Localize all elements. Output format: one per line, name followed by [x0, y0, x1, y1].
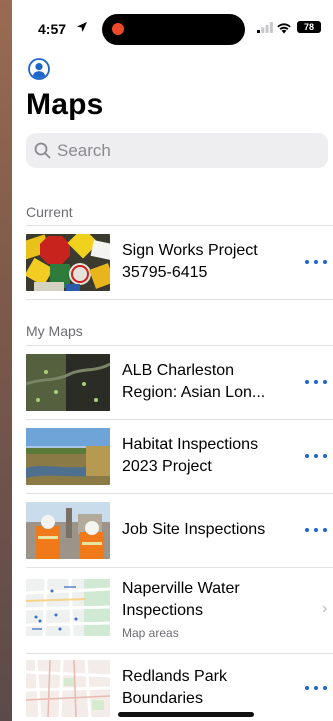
list-item-redlands-park[interactable]: Redlands Park Boundaries: [26, 653, 333, 721]
thumbnail-redlands-park: [26, 660, 110, 717]
more-icon[interactable]: [305, 686, 329, 692]
item-title-line2: 35795-6415: [122, 264, 208, 281]
profile-icon[interactable]: [28, 58, 50, 80]
list-item-sign-works[interactable]: Sign Works Project 35795-6415: [26, 225, 333, 299]
more-icon[interactable]: [305, 454, 329, 460]
status-time: 4:57: [38, 21, 67, 37]
item-title-line1: Redlands Park: [122, 668, 227, 685]
recording-indicator: [112, 23, 124, 35]
thumbnail-habitat-inspections: [26, 428, 110, 485]
item-title-line2: Boundaries: [122, 690, 203, 707]
item-title-line1: Habitat Inspections: [122, 436, 259, 453]
battery-icon: 78: [297, 21, 321, 33]
section-header-my-maps: My Maps: [26, 323, 83, 339]
dynamic-island: [102, 14, 245, 45]
more-icon[interactable]: [305, 260, 329, 266]
item-title-line1: Naperville Water: [122, 580, 240, 597]
item-title-line2: Inspections: [122, 602, 203, 619]
thumbnail-naperville-water: [26, 579, 110, 636]
item-title-line2: Region: Asian Lon...: [122, 384, 266, 401]
item-title-line2: 2023 Project: [122, 458, 212, 475]
item-subtitle: Map areas: [122, 626, 179, 640]
thumbnail-sign-works: [26, 234, 110, 291]
thumbnail-alb-charleston: [26, 354, 110, 411]
maps-app: 4:57 78 Maps Search Current Sign Works P…: [12, 0, 333, 721]
chevron-right-icon[interactable]: ›: [322, 600, 327, 618]
list-item-habitat-inspections[interactable]: Habitat Inspections 2023 Project: [26, 419, 333, 493]
search-placeholder: Search: [57, 141, 111, 160]
location-arrow-icon: [77, 22, 87, 32]
page-title: Maps: [26, 88, 104, 121]
wifi-icon: [277, 23, 291, 34]
item-title-line1: Sign Works Project: [122, 242, 258, 259]
divider: [26, 299, 333, 300]
search-input[interactable]: Search: [26, 133, 328, 168]
item-title-line1: ALB Charleston: [122, 362, 235, 379]
signal-icon: [257, 22, 273, 33]
list-item-job-site-inspections[interactable]: Job Site Inspections: [26, 493, 333, 567]
list-item-naperville-water[interactable]: Naperville Water Inspections Map areas ›: [26, 567, 333, 647]
thumbnail-job-site-inspections: [26, 502, 110, 559]
more-icon[interactable]: [305, 528, 329, 534]
home-indicator: [118, 712, 254, 717]
more-icon[interactable]: [305, 380, 329, 386]
status-bar: 4:57 78: [12, 0, 333, 46]
item-title-line1: Job Site Inspections: [122, 521, 266, 538]
list-item-alb-charleston[interactable]: ALB Charleston Region: Asian Lon...: [26, 345, 333, 419]
search-icon: [34, 142, 51, 159]
section-header-current: Current: [26, 204, 73, 220]
